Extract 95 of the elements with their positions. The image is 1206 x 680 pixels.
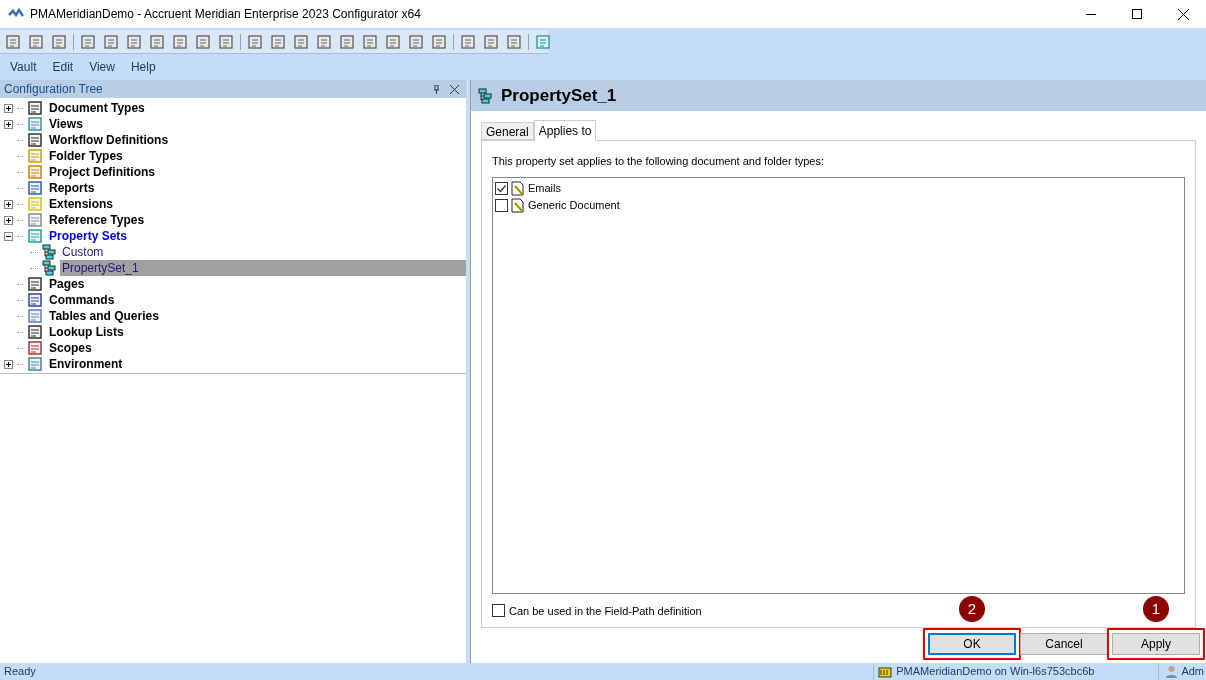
expander-icon[interactable] (4, 103, 13, 113)
close-icon[interactable] (450, 84, 459, 94)
checkbox[interactable] (495, 181, 508, 195)
toolbar-icon[interactable] (79, 32, 97, 51)
toolbar-icon[interactable] (27, 32, 45, 51)
node-icon (27, 324, 43, 340)
node-icon (27, 292, 43, 308)
expander-icon[interactable] (4, 119, 13, 129)
tree-item[interactable]: PropertySet_1 (60, 260, 466, 276)
toolbar-icon[interactable] (246, 32, 264, 51)
menu-item[interactable]: View (83, 58, 121, 76)
menu-item[interactable]: Edit (46, 58, 80, 76)
toolbar-icon[interactable] (407, 32, 425, 51)
toolbar-icon[interactable] (361, 32, 379, 51)
user-text: Adm (1181, 664, 1204, 680)
property-set-icon (477, 87, 493, 104)
menu-item[interactable]: Help (124, 58, 162, 76)
tree-item[interactable]: Custom (60, 244, 106, 260)
toolbar-icon[interactable] (534, 32, 552, 51)
tree-item[interactable]: Commands (47, 291, 117, 309)
expander-icon[interactable] (4, 359, 13, 369)
toolbar-icon[interactable] (4, 32, 22, 51)
checkbox[interactable] (492, 604, 505, 618)
tree-item[interactable]: Reports (47, 179, 97, 197)
node-icon (27, 164, 43, 180)
tree-item[interactable]: Project Definitions (47, 163, 157, 181)
toolbar-icon[interactable] (148, 32, 166, 51)
step-number-badge: 1 (1143, 596, 1169, 622)
property-set-icon (41, 260, 57, 276)
description-text: This property set applies to the following document and folder types: (492, 154, 826, 169)
type-label: Emails (528, 180, 561, 196)
property-set-icon (41, 244, 57, 260)
window-title: PMAMeridianDemo - Accruent Meridian Enterprise 2023 Configurator x64 (30, 6, 421, 23)
dialog-button[interactable]: Cancel (1020, 633, 1108, 655)
toolbar-icon[interactable] (430, 32, 448, 51)
node-icon (27, 196, 43, 212)
node-icon (27, 100, 43, 116)
tree-item[interactable]: Lookup Lists (47, 323, 126, 341)
node-icon (27, 132, 43, 148)
tree-item[interactable]: Reference Types (47, 211, 147, 229)
step-number-badge: 2 (959, 596, 985, 622)
dialog-button[interactable]: OK (928, 633, 1016, 655)
tree-item[interactable]: Environment (47, 355, 125, 373)
tab[interactable]: General (481, 122, 534, 140)
toolbar-icon[interactable] (338, 32, 356, 51)
node-icon (27, 228, 43, 244)
vault-icon (878, 665, 893, 678)
toolbar-icon[interactable] (269, 32, 287, 51)
node-icon (27, 308, 43, 324)
option-label: Can be used in the Field-Path definition (509, 603, 702, 619)
expander-icon[interactable] (4, 231, 13, 241)
tree-item[interactable]: Document Types (47, 99, 147, 117)
node-icon (27, 340, 43, 356)
tree-item[interactable]: Pages (47, 275, 87, 293)
node-icon (27, 116, 43, 132)
toolbar-icon[interactable] (50, 32, 68, 51)
detail-title: PropertySet_1 (501, 84, 617, 107)
expander-icon[interactable] (4, 199, 13, 209)
dialog-button[interactable]: Apply (1112, 633, 1200, 655)
node-icon (27, 276, 43, 292)
status-text: Ready (3, 664, 37, 680)
toolbar-icon[interactable] (459, 32, 477, 51)
document-icon (511, 180, 525, 196)
toolbar-icon[interactable] (102, 32, 120, 51)
expander-icon[interactable] (4, 215, 13, 225)
toolbar-icon[interactable] (384, 32, 402, 51)
toolbar-icon[interactable] (315, 32, 333, 51)
toolbar-icon[interactable] (194, 32, 212, 51)
node-icon (27, 148, 43, 164)
node-icon (27, 356, 43, 372)
tab[interactable]: Applies to (533, 120, 597, 141)
node-icon (27, 180, 43, 196)
toolbar-icon[interactable] (292, 32, 310, 51)
checkbox[interactable] (495, 198, 508, 212)
tree-item[interactable]: Property Sets (47, 227, 130, 245)
tree-item[interactable]: Scopes (47, 339, 94, 357)
tree-item[interactable]: Folder Types (47, 147, 125, 165)
document-icon (511, 197, 525, 213)
type-label: Generic Document (528, 197, 620, 213)
node-icon (27, 212, 43, 228)
tree-item[interactable]: Views (47, 115, 85, 133)
menu-item[interactable]: Vault (4, 58, 43, 76)
toolbar-icon[interactable] (217, 32, 235, 51)
panel-title: Configuration Tree (4, 81, 104, 98)
toolbar-icon[interactable] (482, 32, 500, 51)
toolbar-icon[interactable] (505, 32, 523, 51)
tree-item[interactable]: Workflow Definitions (47, 131, 171, 149)
toolbar-icon[interactable] (125, 32, 143, 51)
tree-item[interactable]: Tables and Queries (47, 307, 161, 325)
tree-item[interactable]: Extensions (47, 195, 116, 213)
user-icon (1165, 665, 1179, 678)
pin-icon[interactable] (433, 84, 440, 94)
toolbar-icon[interactable] (171, 32, 189, 51)
app-logo-icon (8, 8, 24, 20)
connection-text: PMAMeridianDemo on Win-l6s753cbc6b (896, 664, 1095, 680)
